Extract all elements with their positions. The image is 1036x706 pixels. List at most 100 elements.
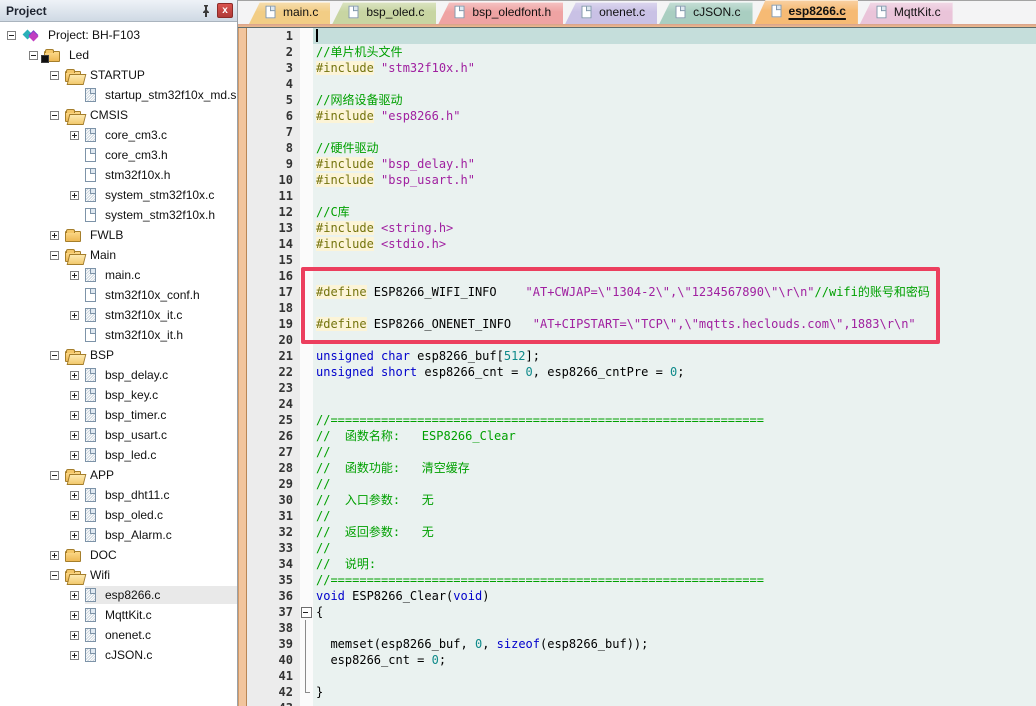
code-line[interactable]: 7 (247, 124, 1036, 140)
code-text[interactable]: void ESP8266_Clear(void) (313, 588, 1036, 604)
tree-item-esp8266.c[interactable]: esp8266.c (0, 585, 237, 605)
code-line[interactable]: 16 (247, 268, 1036, 284)
line-number[interactable]: 31 (247, 508, 300, 524)
tree-item-main.c[interactable]: main.c (0, 265, 237, 285)
code-text[interactable]: unsigned char esp8266_buf[512]; (313, 348, 1036, 364)
collapse-minus-icon[interactable] (50, 251, 59, 260)
code-line[interactable]: 43 (247, 700, 1036, 706)
code-line[interactable]: 23 (247, 380, 1036, 396)
collapse-minus-icon[interactable] (50, 71, 59, 80)
code-line[interactable]: 19#define ESP8266_ONENET_INFO "AT+CIPSTA… (247, 316, 1036, 332)
code-text[interactable]: } (313, 684, 1036, 700)
expand-plus-icon[interactable] (70, 311, 79, 320)
tree-item-onenet.c[interactable]: onenet.c (0, 625, 237, 645)
expand-plus-icon[interactable] (70, 271, 79, 280)
tree-item-core_cm3.c[interactable]: core_cm3.c (0, 125, 237, 145)
code-text[interactable] (313, 620, 1036, 636)
expand-plus-icon[interactable] (70, 191, 79, 200)
code-text[interactable]: //======================================… (313, 412, 1036, 428)
tree-item-wifi[interactable]: Wifi (0, 565, 237, 585)
tree-item-bsp_timer.c[interactable]: bsp_timer.c (0, 405, 237, 425)
code-line[interactable]: 20 (247, 332, 1036, 348)
line-number[interactable]: 32 (247, 524, 300, 540)
expand-plus-icon[interactable] (70, 611, 79, 620)
expand-plus-icon[interactable] (50, 551, 59, 560)
line-number[interactable]: 16 (247, 268, 300, 284)
code-text[interactable]: memset(esp8266_buf, 0, sizeof(esp8266_bu… (313, 636, 1036, 652)
code-line[interactable]: 36 void ESP8266_Clear(void) (247, 588, 1036, 604)
line-number[interactable]: 8 (247, 140, 300, 156)
tab-onenet.c[interactable]: onenet.c (565, 2, 657, 24)
code-line[interactable]: 5//网络设备驱动 (247, 92, 1036, 108)
code-line[interactable]: 39 memset(esp8266_buf, 0, sizeof(esp8266… (247, 636, 1036, 652)
fold-collapse-icon[interactable] (300, 604, 313, 620)
line-number[interactable]: 34 (247, 556, 300, 572)
code-line[interactable]: 28// 函数功能: 清空缓存 (247, 460, 1036, 476)
line-number[interactable]: 9 (247, 156, 300, 172)
code-line[interactable]: 25//====================================… (247, 412, 1036, 428)
code-line[interactable]: 15 (247, 252, 1036, 268)
code-line[interactable]: 22unsigned short esp8266_cnt = 0, esp826… (247, 364, 1036, 380)
code-text[interactable]: #include "esp8266.h" (313, 108, 1036, 124)
line-number[interactable]: 14 (247, 236, 300, 252)
tree-item-doc[interactable]: DOC (0, 545, 237, 565)
tree-item-bsp[interactable]: BSP (0, 345, 237, 365)
code-text[interactable]: { (313, 604, 1036, 620)
line-number[interactable]: 12 (247, 204, 300, 220)
code-text[interactable]: #include "bsp_delay.h" (313, 156, 1036, 172)
tree-item-stm32f10x_it.h[interactable]: stm32f10x_it.h (0, 325, 237, 345)
line-number[interactable]: 36 (247, 588, 300, 604)
tree-item-cjson.c[interactable]: cJSON.c (0, 645, 237, 665)
tab-cjson.c[interactable]: cJSON.c (659, 2, 752, 24)
code-text[interactable]: #include <string.h> (313, 220, 1036, 236)
line-number[interactable]: 21 (247, 348, 300, 364)
tab-bsp_oled.c[interactable]: bsp_oled.c (332, 2, 436, 24)
close-icon[interactable]: x (217, 3, 233, 18)
code-text[interactable]: //网络设备驱动 (313, 92, 1036, 108)
code-line[interactable]: 14#include <stdio.h> (247, 236, 1036, 252)
line-number[interactable]: 19 (247, 316, 300, 332)
code-line[interactable]: 41 (247, 668, 1036, 684)
code-line[interactable]: 38 (247, 620, 1036, 636)
tree-item-system_stm32f10x.c[interactable]: system_stm32f10x.c (0, 185, 237, 205)
code-text[interactable]: //======================================… (313, 572, 1036, 588)
line-number[interactable]: 37 (247, 604, 300, 620)
tree-item-bsp_delay.c[interactable]: bsp_delay.c (0, 365, 237, 385)
code-line[interactable]: 18 (247, 300, 1036, 316)
line-number[interactable]: 18 (247, 300, 300, 316)
line-number[interactable]: 22 (247, 364, 300, 380)
code-line[interactable]: 2//单片机头文件 (247, 44, 1036, 60)
code-line[interactable]: 32// 返回参数: 无 (247, 524, 1036, 540)
code-line[interactable]: 30// 入口参数: 无 (247, 492, 1036, 508)
code-text[interactable]: // 入口参数: 无 (313, 492, 1036, 508)
expand-plus-icon[interactable] (70, 511, 79, 520)
code-text[interactable]: //C库 (313, 204, 1036, 220)
line-number[interactable]: 38 (247, 620, 300, 636)
tree-item-bsp_alarm.c[interactable]: bsp_Alarm.c (0, 525, 237, 545)
code-line[interactable]: 40 esp8266_cnt = 0; (247, 652, 1036, 668)
code-line[interactable]: 13#include <string.h> (247, 220, 1036, 236)
code-text[interactable] (313, 700, 1036, 706)
tab-mqttkit.c[interactable]: MqttKit.c (860, 2, 953, 24)
code-editor[interactable]: 12//单片机头文件3#include "stm32f10x.h"45//网络设… (247, 28, 1036, 706)
tree-item-main[interactable]: Main (0, 245, 237, 265)
code-text[interactable] (313, 332, 1036, 348)
code-line[interactable]: 35//====================================… (247, 572, 1036, 588)
tree-item-bsp_key.c[interactable]: bsp_key.c (0, 385, 237, 405)
line-number[interactable]: 29 (247, 476, 300, 492)
expand-plus-icon[interactable] (70, 631, 79, 640)
code-text[interactable] (313, 76, 1036, 92)
expand-plus-icon[interactable] (70, 431, 79, 440)
expand-plus-icon[interactable] (70, 411, 79, 420)
tab-bsp_oledfont.h[interactable]: bsp_oledfont.h (438, 2, 563, 24)
code-line[interactable]: 10#include "bsp_usart.h" (247, 172, 1036, 188)
collapse-minus-icon[interactable] (50, 471, 59, 480)
tree-item-bsp_oled.c[interactable]: bsp_oled.c (0, 505, 237, 525)
line-number[interactable]: 41 (247, 668, 300, 684)
code-line[interactable]: 8//硬件驱动 (247, 140, 1036, 156)
tree-item-core_cm3.h[interactable]: core_cm3.h (0, 145, 237, 165)
code-text[interactable] (313, 268, 1036, 284)
code-text[interactable] (313, 396, 1036, 412)
code-line[interactable]: 11 (247, 188, 1036, 204)
code-text[interactable] (313, 380, 1036, 396)
